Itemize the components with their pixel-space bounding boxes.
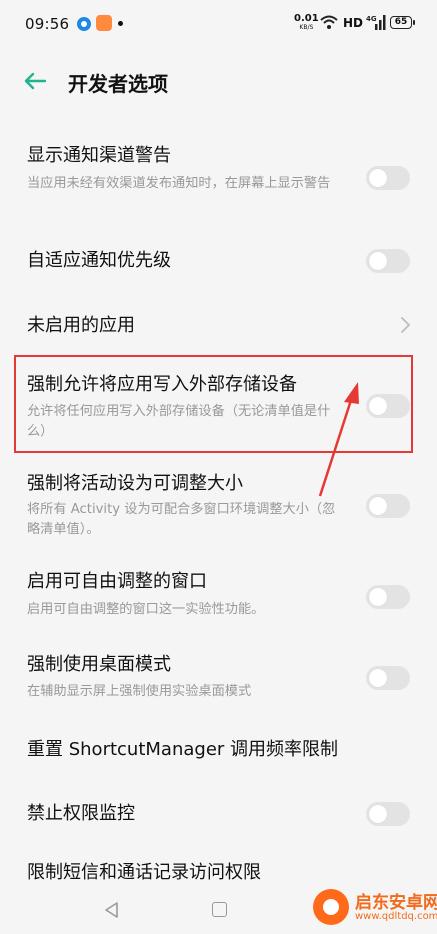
status-bar: 09:56 0.01 KB/S HD 4G 65	[0, 0, 437, 48]
setting-title: 启用可自由调整的窗口	[27, 571, 207, 592]
watermark: 启东安卓网 www.qdltdq.com	[305, 880, 437, 934]
status-time: 09:56	[25, 15, 70, 33]
setting-restrict-sms-call-log-access[interactable]: 限制短信和通话记录访问权限	[0, 844, 437, 884]
toggle-switch[interactable]	[366, 494, 410, 518]
setting-inactive-apps[interactable]: 未启用的应用	[0, 294, 437, 356]
setting-title: 强制将活动设为可调整大小	[27, 473, 243, 494]
page-title: 开发者选项	[68, 72, 168, 96]
nav-home-icon[interactable]	[212, 902, 227, 917]
setting-title: 强制使用桌面模式	[27, 654, 171, 675]
network-speed: 0.01 KB/S	[294, 14, 319, 32]
setting-subtitle: 启用可自由调整的窗口这一实验性功能。	[27, 602, 265, 617]
network-speed-unit: KB/S	[299, 24, 314, 31]
setting-show-channel-warnings[interactable]: 显示通知渠道警告 当应用未经有效渠道发布通知时，在屏幕上显示警告	[0, 128, 437, 228]
setting-title: 重置 ShortcutManager 调用频率限制	[27, 739, 339, 760]
setting-force-resizable-activities[interactable]: 强制将活动设为可调整大小 将所有 Activity 设为可配合多窗口环境调整大小…	[0, 454, 437, 548]
setting-subtitle: 当应用未经有效渠道发布通知时，在屏幕上显示警告	[27, 176, 331, 191]
arrow-left-icon[interactable]	[22, 68, 48, 94]
hd-indicator: HD	[343, 16, 364, 30]
setting-reset-shortcutmanager-rate-limit[interactable]: 重置 ShortcutManager 调用频率限制	[0, 708, 437, 780]
setting-title: 显示通知渠道警告	[27, 145, 171, 166]
setting-enable-freeform-windows[interactable]: 启用可自由调整的窗口 启用可自由调整的窗口这一实验性功能。	[0, 548, 437, 628]
watermark-logo-icon	[313, 889, 349, 925]
setting-subtitle: 在辅助显示屏上强制使用实验桌面模式	[27, 684, 252, 699]
watermark-url: www.qdltdq.com	[355, 911, 437, 922]
app-notification-icon	[96, 15, 112, 31]
more-notifications-dot-icon	[118, 21, 123, 26]
watermark-name: 启东安卓网	[355, 893, 437, 913]
setting-disable-permission-monitoring[interactable]: 禁止权限监控	[0, 780, 437, 844]
chevron-right-icon	[401, 317, 410, 333]
toggle-switch[interactable]	[366, 666, 410, 690]
toggle-switch[interactable]	[366, 249, 410, 273]
toggle-switch[interactable]	[366, 802, 410, 826]
toggle-switch[interactable]	[366, 585, 410, 609]
highlight-box	[14, 355, 413, 453]
setting-title: 限制短信和通话记录访问权限	[27, 862, 261, 883]
setting-subtitle: 将所有 Activity 设为可配合多窗口环境调整大小（忽略清单值）。	[27, 502, 336, 537]
setting-adaptive-notification-priority[interactable]: 自适应通知优先级	[0, 228, 437, 294]
app-notification-icon	[77, 17, 91, 31]
toggle-switch[interactable]	[366, 166, 410, 190]
setting-title: 自适应通知优先级	[27, 250, 171, 271]
signal-icon: 4G	[366, 15, 386, 30]
battery-icon: 65	[390, 16, 415, 29]
app-header: 开发者选项	[0, 52, 437, 110]
setting-force-desktop-mode[interactable]: 强制使用桌面模式 在辅助显示屏上强制使用实验桌面模式	[0, 628, 437, 708]
setting-title: 禁止权限监控	[27, 803, 135, 824]
nav-back-icon[interactable]	[102, 900, 122, 920]
setting-title: 未启用的应用	[27, 315, 135, 336]
svg-text:4G: 4G	[366, 15, 377, 23]
wifi-icon	[320, 15, 338, 29]
